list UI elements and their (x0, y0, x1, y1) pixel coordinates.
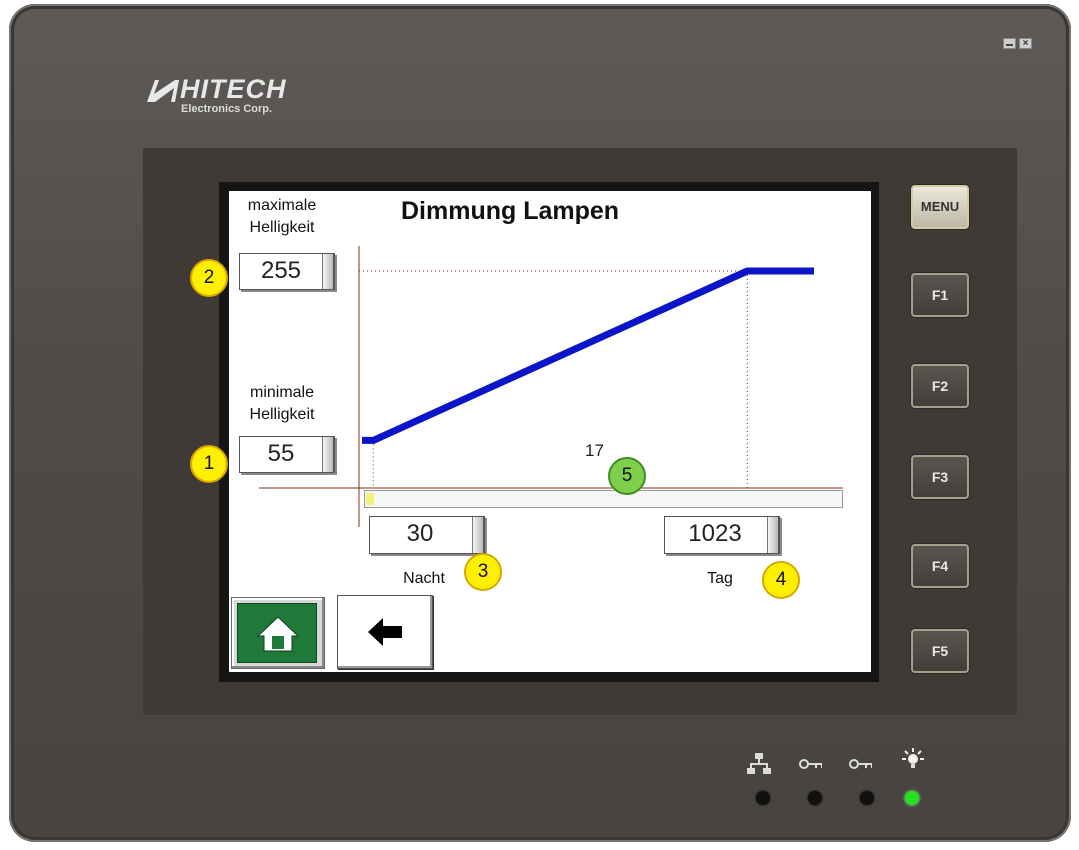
power-status-led (905, 791, 919, 805)
f3-key[interactable]: F3 (911, 455, 969, 499)
home-button[interactable] (231, 597, 325, 669)
hitech-logo-icon (147, 80, 179, 102)
key2-status-led (860, 791, 874, 805)
back-button[interactable] (337, 595, 433, 669)
night-threshold-input[interactable]: 30 (369, 516, 485, 554)
day-label: Tag (707, 570, 733, 587)
dimming-curve-chart (259, 246, 843, 527)
back-arrow-icon (368, 618, 402, 646)
annotation-badge-3: 3 (464, 553, 502, 591)
network-status-led (756, 791, 770, 805)
key-icon (849, 759, 872, 769)
annotation-badge-5: 5 (608, 457, 646, 495)
day-threshold-input-grip (767, 517, 779, 553)
sensor-level-fill (366, 493, 374, 505)
annotation-badge-1: 1 (190, 445, 228, 483)
minimize-window-button[interactable] (1003, 38, 1016, 49)
night-threshold-input-grip (472, 517, 484, 553)
light-bulb-icon (902, 748, 924, 768)
annotation-badge-4: 4 (762, 561, 800, 599)
annotation-badge-2: 2 (190, 259, 228, 297)
f4-key[interactable]: F4 (911, 544, 969, 588)
key-icon (799, 759, 822, 769)
home-button-face (237, 603, 317, 663)
brand-subtitle: Electronics Corp. (181, 103, 273, 115)
day-threshold-input[interactable]: 1023 (664, 516, 780, 554)
home-icon (256, 616, 300, 652)
day-threshold-value: 1023 (688, 520, 742, 547)
night-threshold-value: 30 (406, 520, 434, 547)
f5-key[interactable]: F5 (911, 629, 969, 673)
brand-name: HITECH (180, 74, 287, 104)
brightness-series-line (362, 267, 814, 444)
network-icon (747, 753, 771, 774)
close-window-button[interactable]: × (1019, 38, 1032, 49)
sensor-level-bar (364, 490, 843, 508)
key1-status-led (808, 791, 822, 805)
f2-key[interactable]: F2 (911, 364, 969, 408)
menu-key[interactable]: MENU (911, 185, 969, 229)
f1-key[interactable]: F1 (911, 273, 969, 317)
night-label: Nacht (403, 570, 445, 587)
current-sensor-value: 17 (585, 441, 604, 460)
hmi-screen: Dimmung Lampen maximale Helligkeit 255 m… (229, 191, 871, 672)
